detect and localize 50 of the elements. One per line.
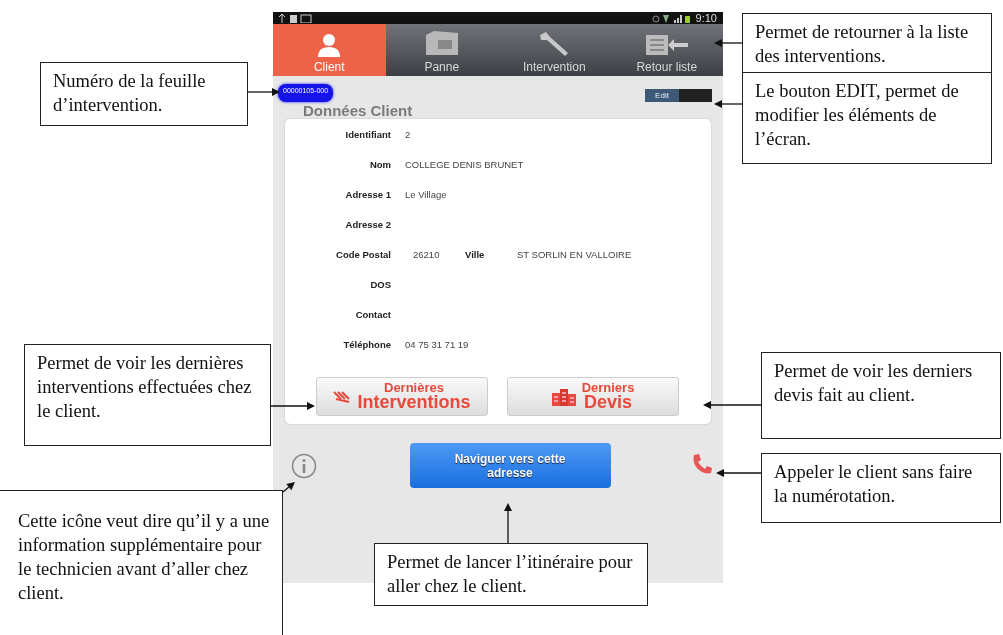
field-label: Contact bbox=[354, 308, 391, 320]
building-icon bbox=[551, 387, 576, 406]
navigate-button[interactable]: Naviguer vers cette adresse bbox=[409, 443, 611, 488]
callout-text: Permet de retourner à la liste des interventions. bbox=[742, 13, 992, 73]
leader-arrow bbox=[247, 88, 280, 96]
lines-icon bbox=[333, 390, 352, 403]
phone-icon[interactable] bbox=[691, 453, 713, 475]
field-label: Nom bbox=[368, 158, 391, 170]
leader-arrow bbox=[716, 469, 762, 477]
status-icons-drawing bbox=[279, 13, 313, 23]
field-label: Adresse 1 bbox=[344, 188, 391, 200]
field-value: 04 75 31 71 19 bbox=[405, 338, 469, 350]
callout-text: Numéro de la feuille d’intervention. bbox=[40, 62, 248, 126]
leader-arrow bbox=[270, 402, 315, 410]
leader-arrow bbox=[703, 401, 762, 409]
field-label: Identifiant bbox=[344, 128, 391, 140]
field-value: COLLEGE DENIS BRUNET bbox=[405, 158, 524, 170]
status-icons-drawing bbox=[651, 13, 692, 23]
field-value: Le Village bbox=[405, 188, 447, 200]
callout-text: Permet de voir les derniers devis fait au client. bbox=[761, 352, 1001, 439]
field-label: Ville bbox=[465, 248, 486, 260]
tab[interactable]: Retour liste bbox=[610, 24, 723, 76]
field-label: Adresse 2 bbox=[344, 218, 391, 230]
edit-toggle[interactable]: Edit bbox=[645, 89, 712, 102]
callout-text: Appeler le client sans faire la numérotation. bbox=[761, 453, 1001, 523]
callout-text: Cette icône veut dire qu’il y a une information supplémentaire pour le technicien avant d’aller chez client. bbox=[0, 490, 283, 635]
field-label: DOS bbox=[369, 278, 391, 290]
field-label: Téléphone bbox=[342, 338, 391, 350]
section-title: Données Client bbox=[303, 102, 414, 119]
field-label: Code Postal bbox=[335, 248, 391, 260]
panel-icon bbox=[423, 31, 460, 57]
person-icon bbox=[317, 33, 342, 57]
tab[interactable]: Panne bbox=[385, 24, 498, 76]
field-value: 2 bbox=[405, 128, 411, 140]
callout-text: Permet de lancer l’itinéraire pour aller chez le client. bbox=[374, 543, 648, 606]
wrench-icon bbox=[538, 31, 571, 57]
leader-arrow bbox=[714, 39, 743, 47]
list-return-icon bbox=[643, 33, 690, 57]
history-button[interactable]: Dernières Interventions bbox=[316, 377, 488, 416]
callout-text: Le bouton EDIT, permet de modifier les éléments de l’écran. bbox=[742, 72, 992, 164]
history-button[interactable]: Derniers Devis bbox=[507, 377, 679, 416]
info-icon[interactable] bbox=[291, 453, 317, 479]
callout-text: Permet de voir les dernières interventions effectuées chez le client. bbox=[24, 344, 271, 446]
clock-text: 9:10 bbox=[695, 12, 717, 24]
tab[interactable]: Intervention bbox=[498, 24, 611, 76]
leader-arrow bbox=[282, 482, 295, 493]
leader-arrow bbox=[504, 503, 512, 544]
field-value: ST SORLIN EN VALLOIRE bbox=[517, 248, 632, 260]
leader-arrow bbox=[714, 100, 743, 108]
field-value: 26210 bbox=[413, 248, 441, 260]
